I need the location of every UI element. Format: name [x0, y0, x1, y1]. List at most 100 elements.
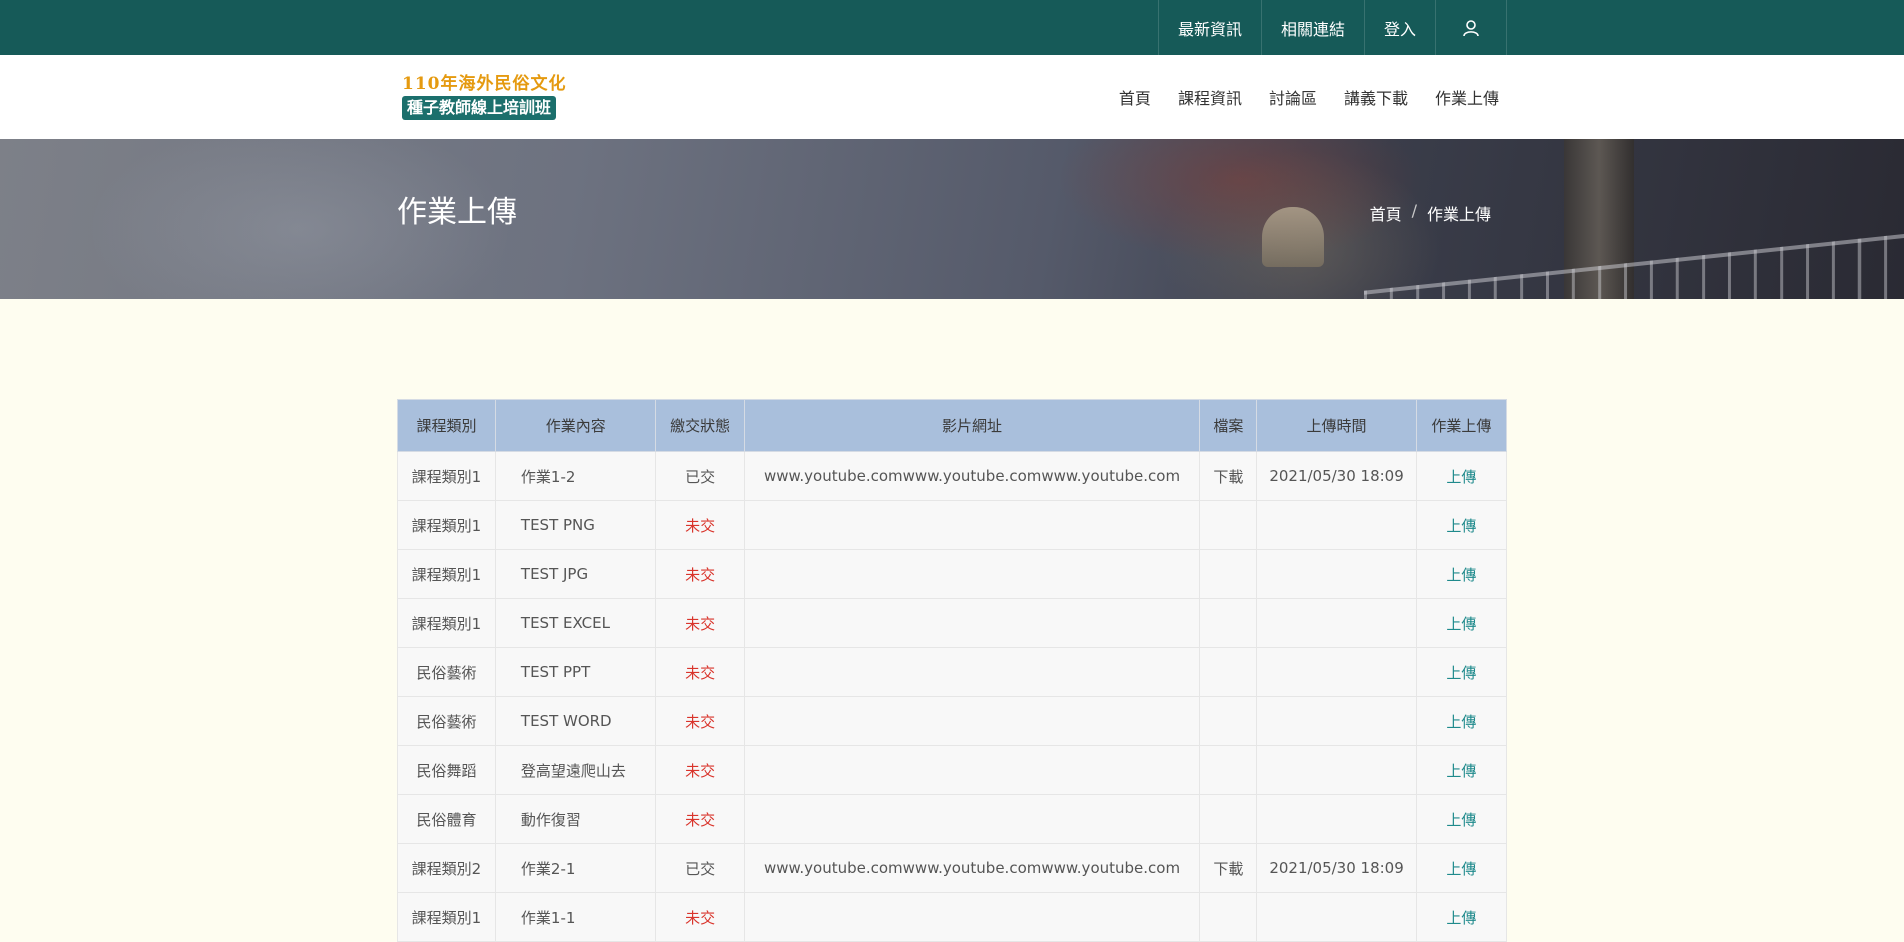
cell-status: 未交	[655, 500, 745, 550]
cell-upload-time	[1256, 696, 1417, 746]
col-header-time: 上傳時間	[1256, 399, 1417, 452]
cell-file	[1199, 892, 1258, 942]
top-link-login[interactable]: 登入	[1364, 0, 1435, 55]
main-nav: 首頁 課程資訊 討論區 講義下載 作業上傳	[1092, 85, 1499, 109]
table-row: 課程類別1 TEST JPG 未交 上傳	[397, 549, 1508, 599]
cell-upload: 上傳	[1415, 794, 1508, 844]
cell-video-url	[743, 745, 1201, 795]
col-header-upload: 作業上傳	[1415, 399, 1508, 452]
page-title: 作業上傳	[397, 195, 517, 230]
table-row: 課程類別1 TEST EXCEL 未交 上傳	[397, 598, 1508, 648]
col-header-file: 檔案	[1199, 399, 1258, 452]
cell-file	[1199, 598, 1258, 648]
top-bar: 最新資訊 相關連結 登入	[0, 0, 1904, 55]
cell-status: 未交	[655, 892, 745, 942]
user-button[interactable]	[1435, 0, 1507, 55]
nav-forum[interactable]: 討論區	[1269, 85, 1317, 109]
homework-table: 課程類別 作業內容 繳交狀態 影片網址 檔案 上傳時間 作業上傳 課程類別1 作…	[397, 399, 1508, 942]
breadcrumb: 首頁 / 作業上傳	[1370, 201, 1491, 225]
upload-link[interactable]: 上傳	[1446, 713, 1476, 731]
cell-video-url	[743, 598, 1201, 648]
table-row: 課程類別1 TEST PNG 未交 上傳	[397, 500, 1508, 550]
cell-upload: 上傳	[1415, 500, 1508, 550]
cell-upload-time	[1256, 794, 1417, 844]
cell-status: 未交	[655, 647, 745, 697]
main-content: 課程類別 作業內容 繳交狀態 影片網址 檔案 上傳時間 作業上傳 課程類別1 作…	[0, 299, 1904, 942]
cell-upload: 上傳	[1415, 549, 1508, 599]
upload-link[interactable]: 上傳	[1446, 468, 1476, 486]
cell-category: 課程類別2	[397, 843, 496, 893]
top-link-news[interactable]: 最新資訊	[1158, 0, 1261, 55]
upload-link[interactable]: 上傳	[1446, 762, 1476, 780]
upload-link[interactable]: 上傳	[1446, 860, 1476, 878]
breadcrumb-current: 作業上傳	[1426, 205, 1491, 224]
cell-video-url: www.youtube.comwww.youtube.comwww.youtub…	[743, 843, 1201, 893]
cell-category: 課程類別1	[397, 598, 496, 648]
cell-status: 未交	[655, 696, 745, 746]
upload-link[interactable]: 上傳	[1446, 615, 1476, 633]
cell-upload: 上傳	[1415, 598, 1508, 648]
upload-link[interactable]: 上傳	[1446, 517, 1476, 535]
download-link[interactable]: 下載	[1213, 860, 1243, 878]
col-header-content: 作業內容	[494, 399, 657, 452]
cell-upload-time	[1256, 500, 1417, 550]
nav-course-info[interactable]: 課程資訊	[1178, 85, 1242, 109]
cell-upload-time: 2021/05/30 18:09	[1256, 451, 1417, 501]
cell-category: 課程類別1	[397, 892, 496, 942]
top-link-related[interactable]: 相關連結	[1261, 0, 1364, 55]
table-row: 民俗舞蹈 登高望遠爬山去 未交 上傳	[397, 745, 1508, 795]
upload-link[interactable]: 上傳	[1446, 909, 1476, 927]
cell-status: 已交	[655, 843, 745, 893]
cell-upload-time	[1256, 745, 1417, 795]
cell-content: TEST PNG	[494, 500, 657, 550]
table-row: 課程類別2 作業2-1 已交 www.youtube.comwww.youtub…	[397, 843, 1508, 893]
table-row: 課程類別1 作業1-2 已交 www.youtube.comwww.youtub…	[397, 451, 1508, 501]
content-inner: 課程類別 作業內容 繳交狀態 影片網址 檔案 上傳時間 作業上傳 課程類別1 作…	[397, 399, 1508, 942]
cell-upload: 上傳	[1415, 843, 1508, 893]
cell-content: TEST WORD	[494, 696, 657, 746]
download-link[interactable]: 下載	[1213, 468, 1243, 486]
cell-file	[1199, 549, 1258, 599]
col-header-status: 繳交狀態	[655, 399, 745, 452]
cell-upload-time	[1256, 598, 1417, 648]
cell-upload-time: 2021/05/30 18:09	[1256, 843, 1417, 893]
cell-file	[1199, 696, 1258, 746]
cell-category: 民俗體育	[397, 794, 496, 844]
table-row: 民俗體育 動作復習 未交 上傳	[397, 794, 1508, 844]
cell-category: 民俗舞蹈	[397, 745, 496, 795]
cell-video-url	[743, 647, 1201, 697]
upload-link[interactable]: 上傳	[1446, 811, 1476, 829]
nav-home[interactable]: 首頁	[1119, 85, 1151, 109]
cell-upload-time	[1256, 647, 1417, 697]
site-logo[interactable]: 110年海外民俗文化 種子教師線上培訓班	[402, 74, 574, 120]
cell-content: 作業1-2	[494, 451, 657, 501]
table-row: 課程類別1 作業1-1 未交 上傳	[397, 892, 1508, 942]
cell-upload: 上傳	[1415, 451, 1508, 501]
cell-category: 課程類別1	[397, 451, 496, 501]
cell-upload-time	[1256, 549, 1417, 599]
cell-upload-time	[1256, 892, 1417, 942]
breadcrumb-separator: /	[1411, 201, 1417, 220]
nav-handouts[interactable]: 講義下載	[1344, 85, 1408, 109]
cell-content: 作業2-1	[494, 843, 657, 893]
cell-video-url: www.youtube.comwww.youtube.comwww.youtub…	[743, 451, 1201, 501]
table-row: 民俗藝術 TEST PPT 未交 上傳	[397, 647, 1508, 697]
top-bar-inner: 最新資訊 相關連結 登入	[397, 0, 1507, 55]
cell-category: 民俗藝術	[397, 647, 496, 697]
cell-video-url	[743, 696, 1201, 746]
upload-link[interactable]: 上傳	[1446, 566, 1476, 584]
user-icon	[1463, 19, 1479, 36]
cell-content: TEST JPG	[494, 549, 657, 599]
table-header-row: 課程類別 作業內容 繳交狀態 影片網址 檔案 上傳時間 作業上傳	[397, 399, 1508, 452]
cell-category: 課程類別1	[397, 549, 496, 599]
cell-content: 登高望遠爬山去	[494, 745, 657, 795]
breadcrumb-home[interactable]: 首頁	[1370, 201, 1402, 225]
cell-upload: 上傳	[1415, 647, 1508, 697]
nav-homework-upload[interactable]: 作業上傳	[1435, 85, 1499, 109]
table-body: 課程類別1 作業1-2 已交 www.youtube.comwww.youtub…	[397, 451, 1508, 942]
page-banner: 作業上傳 首頁 / 作業上傳	[0, 139, 1904, 299]
upload-link[interactable]: 上傳	[1446, 664, 1476, 682]
table-row: 民俗藝術 TEST WORD 未交 上傳	[397, 696, 1508, 746]
cell-category: 民俗藝術	[397, 696, 496, 746]
cell-file: 下載	[1199, 843, 1258, 893]
